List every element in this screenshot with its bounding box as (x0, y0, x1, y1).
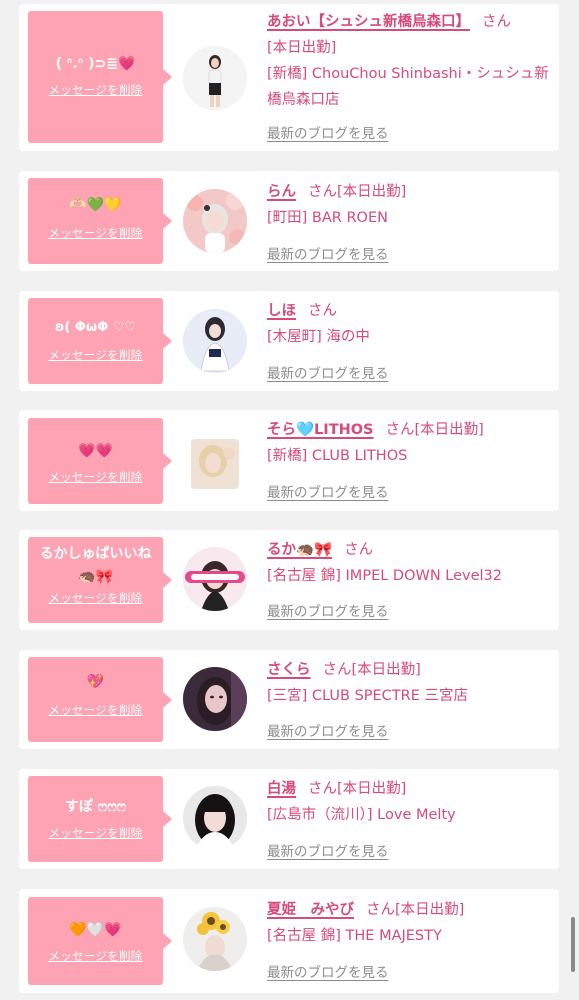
girl-standing-photo-icon (183, 46, 247, 110)
girl-floral-photo-icon (183, 189, 247, 253)
today-badge: [本日出勤] (351, 662, 421, 678)
cast-name-link[interactable]: 白湯 (267, 781, 296, 797)
message-bubble: ʚ( ΦωΦ ♡♡ メッセージを削除 (28, 298, 172, 384)
message-bubble: 🫶🏻💚💛 メッセージを削除 (28, 178, 172, 264)
avatar[interactable] (183, 309, 247, 373)
shop-name: [新橋] CLUB LITHOS (267, 448, 408, 464)
list-item: るかしゅぱいいね 🦔🎀 メッセージを削除 るか🦔🎀 さん [名古屋 錦] IMPE… (19, 530, 559, 630)
today-badge: [本日出勤] (267, 40, 337, 56)
entry-info: らん さん[本日出勤] [町田] BAR ROEN (267, 179, 557, 231)
list-item: ( ᐢ.ᐢ )⊃≣💗 メッセージを削除 あおい【シュシュ新橋烏森口】 さん [本日… (19, 4, 559, 151)
cast-name-link[interactable]: しほ (267, 303, 296, 319)
honorific: さん (322, 662, 352, 678)
message-text: すぽ ෆෆෆ (64, 799, 127, 815)
today-badge: [本日出勤] (337, 781, 407, 797)
list-item: 💖 メッセージを削除 さくら さん[本日出勤] [三宮] CLUB SPECTRE… (19, 650, 559, 749)
avatar[interactable] (183, 786, 247, 850)
shop-name: [木屋町] 海の中 (267, 329, 370, 345)
shop-name: [町田] BAR ROEN (267, 210, 388, 226)
latest-blog-link[interactable]: 最新のブログを見る (267, 243, 389, 263)
message-text: ʚ( ΦωΦ ♡♡ (54, 320, 137, 335)
message-text: ( ᐢ.ᐢ )⊃≣💗 (55, 56, 136, 72)
entry-info: あおい【シュシュ新橋烏森口】 さん [本日出勤] [新橋] ChouChou Sh… (267, 9, 557, 113)
delete-message-link[interactable]: メッセージを削除 (48, 225, 142, 241)
cast-name-link[interactable]: そら🩵LITHOS (267, 422, 373, 438)
list-item: ʚ( ΦωΦ ♡♡ メッセージを削除 しほ さん [木屋町] 海の中 最新のブログ… (19, 291, 559, 391)
honorific: さん (482, 14, 511, 30)
honorific: さん (344, 542, 374, 558)
message-text: 🫶🏻💚💛 (69, 197, 122, 213)
latest-blog-link[interactable]: 最新のブログを見る (267, 481, 389, 501)
cast-name-link[interactable]: るか🦔🎀 (267, 542, 332, 558)
entry-info: 夏姫 みやび さん[本日出勤] [名古屋 錦] THE MAJESTY (267, 897, 557, 949)
delete-message-link[interactable]: メッセージを削除 (48, 948, 142, 964)
honorific: さん (308, 303, 337, 319)
scrollbar-thumb[interactable] (571, 917, 575, 972)
entry-info: そら🩵LITHOS さん[本日出勤] [新橋] CLUB LITHOS (267, 417, 557, 469)
entry-info: 白湯 さん[本日出勤] [広島市（流川）] Love Melty (267, 776, 557, 828)
delete-message-link[interactable]: メッセージを削除 (48, 702, 142, 718)
honorific: さん (385, 422, 415, 438)
entry-info: さくら さん[本日出勤] [三宮] CLUB SPECTRE 三宮店 (267, 657, 557, 709)
latest-blog-link[interactable]: 最新のブログを見る (267, 600, 389, 620)
honorific: さん (308, 781, 337, 797)
delete-message-link[interactable]: メッセージを削除 (48, 590, 142, 606)
avatar[interactable] (183, 431, 247, 495)
list-item: 💗💗 メッセージを削除 そら🩵LITHOS さん[本日出勤] [新橋] CLUB … (19, 410, 559, 511)
girl-sitting-photo-icon (183, 309, 247, 373)
shop-name: [名古屋 錦] IMPEL DOWN Level32 (267, 568, 503, 584)
avatar[interactable] (183, 907, 247, 971)
girl-blonde-photo-icon (183, 431, 247, 495)
cast-name-link[interactable]: あおい【シュシュ新橋烏森口】 (267, 14, 470, 30)
message-bubble: 💖 メッセージを削除 (28, 657, 172, 742)
list-item: 🧡🤍💗 メッセージを削除 夏姫 みやび さん[本日出勤] [名古屋 錦] THE … (19, 889, 559, 993)
entry-info: しほ さん [木屋町] 海の中 (267, 298, 557, 350)
avatar[interactable] (183, 46, 247, 110)
list-item: すぽ ෆෆෆ メッセージを削除 白湯 さん[本日出勤] [広島市（流川）] Lov… (19, 769, 559, 869)
shop-name: [広島市（流川）] Love Melty (267, 807, 456, 823)
shop-name: [三宮] CLUB SPECTRE 三宮店 (267, 688, 469, 704)
latest-blog-link[interactable]: 最新のブログを見る (267, 840, 389, 860)
delete-message-link[interactable]: メッセージを削除 (48, 469, 142, 485)
delete-message-link[interactable]: メッセージを削除 (48, 82, 142, 98)
today-badge: [本日出勤] (414, 422, 484, 438)
avatar[interactable] (183, 189, 247, 253)
message-bubble: 💗💗 メッセージを削除 (28, 418, 172, 504)
cast-name-link[interactable]: らん (267, 184, 296, 200)
message-bubble: るかしゅぱいいね 🦔🎀 メッセージを削除 (28, 537, 172, 623)
girl-sunflower-photo-icon (183, 907, 247, 971)
avatar[interactable] (183, 547, 247, 611)
girl-portrait-photo-icon (183, 667, 247, 731)
list-item: 🫶🏻💚💛 メッセージを削除 らん さん[本日出勤] [町田] BAR ROEN 最… (19, 171, 559, 271)
latest-blog-link[interactable]: 最新のブログを見る (267, 362, 389, 382)
latest-blog-link[interactable]: 最新のブログを見る (267, 122, 389, 142)
latest-blog-link[interactable]: 最新のブログを見る (267, 720, 389, 740)
honorific: さん (308, 184, 337, 200)
girl-dark-hair-photo-icon (183, 786, 247, 850)
avatar[interactable] (183, 667, 247, 731)
message-text: 💖 (86, 674, 105, 690)
shop-name: [新橋] ChouChou Shinbashi・シュシュ新橋烏森口店 (267, 66, 549, 108)
cast-name-link[interactable]: 夏姫 みやび (267, 902, 354, 918)
latest-blog-link[interactable]: 最新のブログを見る (267, 961, 389, 981)
message-bubble: ( ᐢ.ᐢ )⊃≣💗 メッセージを削除 (28, 11, 172, 143)
message-text: 💗💗 (78, 443, 113, 459)
today-badge: [本日出勤] (337, 184, 407, 200)
girl-sticker-photo-icon (183, 547, 247, 611)
cast-name-link[interactable]: さくら (267, 662, 311, 678)
message-bubble: 🧡🤍💗 メッセージを削除 (28, 897, 172, 985)
delete-message-link[interactable]: メッセージを削除 (48, 347, 142, 363)
message-bubble: すぽ ෆෆෆ メッセージを削除 (28, 776, 172, 862)
message-text-line2: 🦔🎀 (78, 569, 113, 585)
message-text: るかしゅぱいいね (39, 546, 152, 562)
shop-name: [名古屋 錦] THE MAJESTY (267, 928, 442, 944)
entry-info: るか🦔🎀 さん [名古屋 錦] IMPEL DOWN Level32 (267, 537, 557, 589)
message-text: 🧡🤍💗 (69, 922, 122, 938)
message-list: ( ᐢ.ᐢ )⊃≣💗 メッセージを削除 あおい【シュシュ新橋烏森口】 さん [本日… (0, 0, 579, 1000)
today-badge: [本日出勤] (395, 902, 465, 918)
honorific: さん (366, 902, 395, 918)
delete-message-link[interactable]: メッセージを削除 (48, 825, 142, 841)
